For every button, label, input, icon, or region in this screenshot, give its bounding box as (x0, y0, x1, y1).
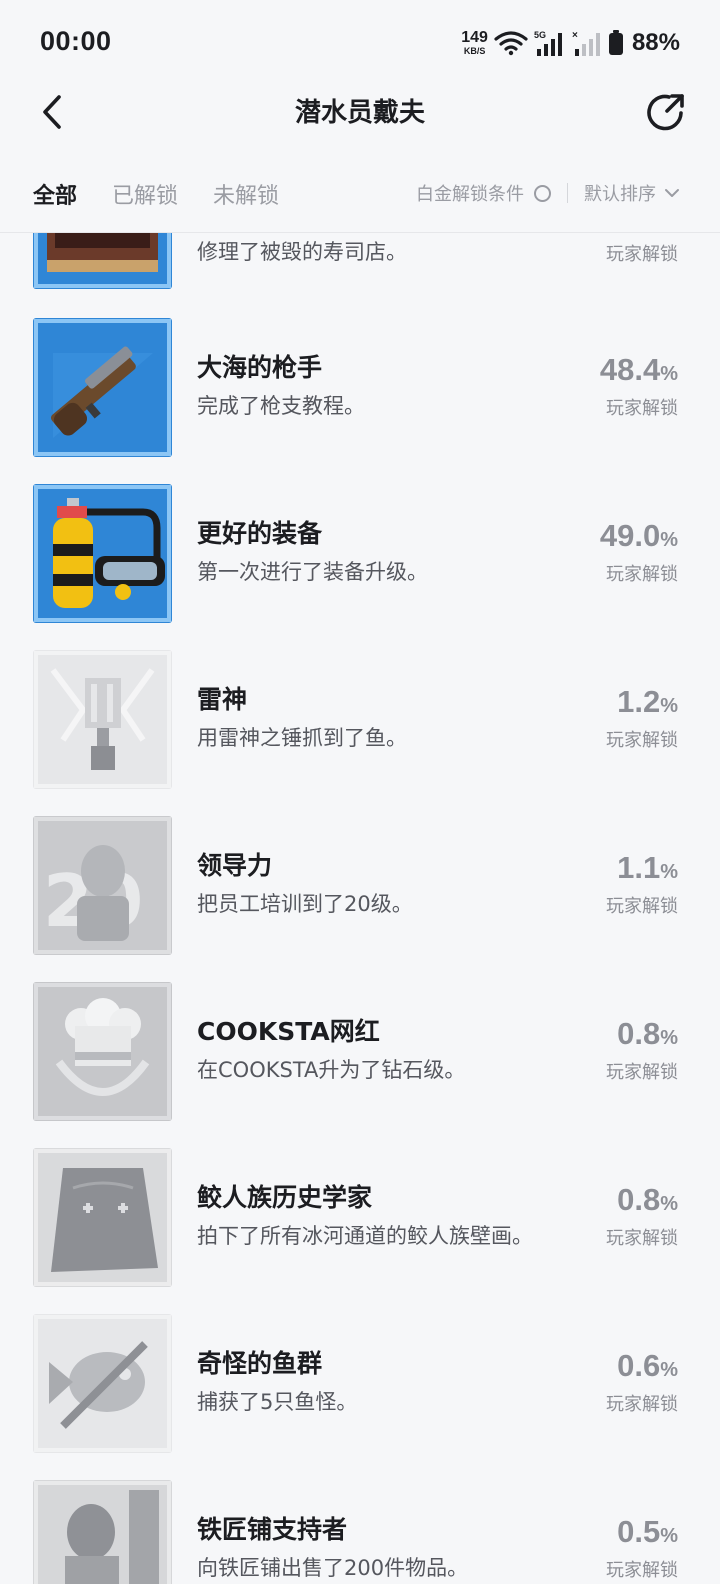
unlock-label: 玩家解锁 (606, 1560, 678, 1581)
achievement-title: 大海的枪手 (197, 353, 323, 382)
sushi-shop-icon (33, 232, 172, 289)
achievement-title: 鲛人族历史学家 (197, 1183, 373, 1212)
share-button[interactable] (642, 88, 690, 136)
achievement-item[interactable]: 鲛人族历史学家 拍下了所有冰河通道的鲛人族壁画。 0.8% 玩家解锁 (0, 1148, 720, 1316)
harpoon-gun-icon (33, 318, 172, 457)
achievement-title: 领导力 (197, 851, 273, 880)
network-speed: 149 KB/S (461, 29, 488, 56)
platinum-condition-toggle-label[interactable]: 白金解锁条件 (416, 180, 524, 206)
chevron-down-icon[interactable] (664, 187, 680, 199)
achievement-desc: 用雷神之锤抓到了鱼。 (197, 726, 407, 750)
achievement-desc: 捕获了5只鱼怪。 (197, 1390, 358, 1414)
unlock-percentage: 1.1% (617, 850, 678, 885)
achievement-desc: 把员工培训到了20级。 (197, 892, 413, 916)
filter-bar: 全部 已解锁 未解锁 白金解锁条件 默认排序 (0, 168, 720, 232)
mural-icon (33, 1148, 172, 1287)
achievement-desc: 向铁匠铺出售了200件物品。 (197, 1556, 469, 1580)
unlock-percentage: 0.8% (617, 1182, 678, 1217)
status-bar: 00:00 149 KB/S 5G × 88% (0, 0, 720, 84)
unlock-label: 玩家解锁 (606, 398, 678, 419)
achievement-item[interactable]: 更好的装备 第一次进行了装备升级。 49.0% 玩家解锁 (0, 484, 720, 652)
fish-monster-icon (33, 1314, 172, 1453)
chef-hat-icon (33, 982, 172, 1121)
achievement-list: 修理了被毁的寿司店。 玩家解锁 大海的枪手 完成了枪支教程。 48.4% 玩家解… (0, 232, 720, 1584)
svg-text:5G: 5G (534, 30, 546, 40)
achievement-title: 铁匠铺支持者 (197, 1515, 348, 1544)
unlock-percentage: 0.6% (617, 1348, 678, 1383)
unlock-percentage: 0.5% (617, 1514, 678, 1549)
unlock-label: 玩家解锁 (606, 896, 678, 917)
divider (567, 183, 568, 203)
unlock-label: 玩家解锁 (606, 1062, 678, 1083)
unlock-label: 玩家解锁 (606, 730, 678, 751)
achievement-item[interactable]: 雷神 用雷神之锤抓到了鱼。 1.2% 玩家解锁 (0, 650, 720, 818)
status-time: 00:00 (40, 26, 112, 56)
staff-level-20-icon: 20 (33, 816, 172, 955)
unlock-percentage: 1.2% (617, 684, 678, 719)
blacksmith-icon (33, 1480, 172, 1584)
tab-all[interactable]: 全部 (33, 178, 77, 210)
unlock-percentage: 0.8% (617, 1016, 678, 1051)
signal-5g-icon: 5G (534, 30, 562, 56)
achievement-item[interactable]: 铁匠铺支持者 向铁匠铺出售了200件物品。 0.5% 玩家解锁 (0, 1480, 720, 1584)
achievement-title: 雷神 (197, 685, 248, 714)
tab-locked[interactable]: 未解锁 (213, 178, 279, 210)
achievement-desc: 拍下了所有冰河通道的鲛人族壁画。 (197, 1224, 533, 1248)
achievement-desc: 在COOKSTA升为了钻石级。 (197, 1058, 466, 1082)
achievements-screen: 00:00 149 KB/S 5G × 88% 潜水员戴夫 全部 已解锁 未解锁… (0, 0, 720, 1584)
achievement-title: 奇怪的鱼群 (197, 1349, 323, 1378)
achievement-item[interactable]: COOKSTA网红 在COOKSTA升为了钻石级。 0.8% 玩家解锁 (0, 982, 720, 1150)
achievement-item[interactable]: 奇怪的鱼群 捕获了5只鱼怪。 0.6% 玩家解锁 (0, 1314, 720, 1482)
svg-text:×: × (572, 30, 578, 41)
achievement-desc: 第一次进行了装备升级。 (197, 560, 428, 584)
filter-options: 白金解锁条件 默认排序 (416, 180, 680, 206)
achievement-title: 更好的装备 (197, 519, 323, 548)
sort-dropdown-label[interactable]: 默认排序 (584, 180, 656, 206)
unlock-percentage: 48.4% (599, 352, 678, 387)
unlock-percentage: 49.0% (599, 518, 678, 553)
tab-unlocked[interactable]: 已解锁 (112, 178, 178, 210)
unlock-label: 玩家解锁 (606, 1394, 678, 1415)
achievement-desc: 完成了枪支教程。 (197, 394, 365, 418)
achievement-title: COOKSTA网红 (197, 1017, 380, 1046)
achievement-item[interactable]: 大海的枪手 完成了枪支教程。 48.4% 玩家解锁 (0, 318, 720, 486)
battery-percent: 88% (631, 29, 680, 56)
signal-nosim-icon: × (572, 30, 600, 56)
wifi-icon (494, 31, 528, 56)
app-header: 潜水员戴夫 (0, 84, 720, 140)
unlock-label: 玩家解锁 (606, 1228, 678, 1249)
page-title: 潜水员戴夫 (294, 98, 425, 128)
achievement-item[interactable]: 修理了被毁的寿司店。 玩家解锁 (0, 232, 720, 290)
thor-hammer-icon (33, 650, 172, 789)
status-icons: 149 KB/S 5G × 88% (461, 28, 680, 58)
unlock-label: 玩家解锁 (606, 564, 678, 585)
battery-icon (608, 30, 623, 55)
achievement-item[interactable]: 20 领导力 把员工培训到了20级。 1.1% 玩家解锁 (0, 816, 720, 984)
share-icon (647, 94, 684, 131)
diving-tank-icon (33, 484, 172, 623)
platinum-condition-radio[interactable] (534, 184, 551, 202)
